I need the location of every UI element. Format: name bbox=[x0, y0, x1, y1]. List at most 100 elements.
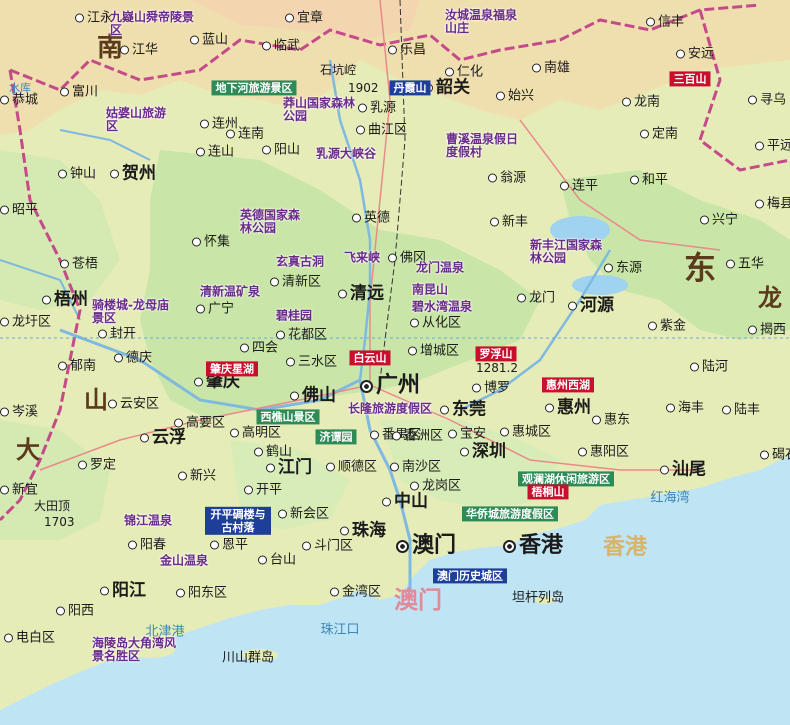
city-macau[interactable]: 澳门 bbox=[396, 535, 456, 557]
badge-zhaoqing-lake[interactable]: 肇庆星湖 bbox=[206, 361, 258, 377]
town-longmen[interactable]: 龙门 bbox=[517, 292, 555, 305]
scenic-xinfengjiang[interactable]: 新丰江国家森林公园 bbox=[530, 238, 610, 265]
town-wuhua[interactable]: 五华 bbox=[726, 258, 764, 271]
town-fuchuan[interactable]: 富川 bbox=[60, 86, 98, 99]
scenic-jinjiang[interactable]: 锦江温泉 bbox=[124, 514, 172, 527]
badge-macau-historic[interactable]: 澳门历史城区 bbox=[433, 568, 507, 584]
town-jiexi[interactable]: 揭西 bbox=[748, 324, 786, 337]
city-zhuhai[interactable]: 珠海 bbox=[340, 522, 386, 540]
town-meixian[interactable]: 梅县 bbox=[755, 198, 790, 211]
town-longxu[interactable]: 龙圩区 bbox=[0, 316, 51, 329]
town-shunde[interactable]: 顺德区 bbox=[326, 461, 377, 474]
town-jianghua[interactable]: 江华 bbox=[120, 44, 158, 57]
town-yunan2[interactable]: 郁南 bbox=[58, 360, 96, 373]
city-guangzhou[interactable]: 广州 bbox=[360, 375, 420, 397]
town-yunan[interactable]: 云安区 bbox=[108, 398, 159, 411]
town-xinfeng-gd[interactable]: 新丰 bbox=[490, 216, 528, 229]
badge-kaiping-diaolou[interactable]: 开平碉楼与古村落 bbox=[205, 506, 271, 536]
town-nanxiong[interactable]: 南雄 bbox=[532, 62, 570, 75]
scenic-caoxi[interactable]: 曹溪温泉假日度假村 bbox=[446, 132, 526, 159]
town-guangning[interactable]: 广宁 bbox=[196, 303, 234, 316]
town-gaoyao[interactable]: 高要区 bbox=[174, 417, 225, 430]
town-heshan[interactable]: 鹤山 bbox=[254, 446, 292, 459]
scenic-changlong[interactable]: 长隆旅游度假区 bbox=[348, 402, 432, 415]
town-fengkai[interactable]: 封开 bbox=[98, 328, 136, 341]
town-luhe[interactable]: 陆河 bbox=[690, 361, 728, 374]
town-zhongshan-gx[interactable]: 钟山 bbox=[58, 168, 96, 181]
town-huicheng[interactable]: 惠城区 bbox=[500, 426, 551, 439]
town-haifeng[interactable]: 海丰 bbox=[666, 402, 704, 415]
town-kaiping[interactable]: 开平 bbox=[244, 484, 282, 497]
town-xinyi[interactable]: 新宜 bbox=[0, 484, 38, 497]
scenic-yingde-park[interactable]: 英德国家森林公园 bbox=[240, 208, 310, 235]
town-renhua[interactable]: 仁化 bbox=[445, 66, 483, 79]
town-yingde[interactable]: 英德 bbox=[352, 212, 390, 225]
badge-jihu[interactable]: 济谭园 bbox=[315, 429, 357, 445]
scenic-nankunshan[interactable]: 南昆山 bbox=[412, 283, 448, 296]
city-wuzhou[interactable]: 梧州 bbox=[42, 291, 88, 309]
scenic-rucheng[interactable]: 汝城温泉福泉山庄 bbox=[445, 8, 525, 35]
scenic-qingxin-spa[interactable]: 清新温矿泉 bbox=[200, 285, 260, 298]
town-lianping[interactable]: 连平 bbox=[560, 180, 598, 193]
badge-oct[interactable]: 华侨城旅游度假区 bbox=[462, 506, 558, 522]
scenic-bishuiwan[interactable]: 碧水湾温泉 bbox=[412, 300, 472, 313]
town-huiyang[interactable]: 惠阳区 bbox=[578, 446, 629, 459]
town-huidong[interactable]: 惠东 bbox=[592, 414, 630, 427]
city-hezhou[interactable]: 贺州 bbox=[110, 165, 156, 183]
badge-baiyun[interactable]: 白云山 bbox=[349, 350, 391, 366]
town-linwu[interactable]: 临武 bbox=[262, 40, 300, 53]
badge-huizhou-lake[interactable]: 惠州西湖 bbox=[542, 377, 594, 393]
city-zhongshan[interactable]: 中山 bbox=[382, 493, 428, 511]
town-doumen[interactable]: 斗门区 bbox=[302, 540, 353, 553]
town-taishan[interactable]: 台山 bbox=[258, 554, 296, 567]
town-sihui[interactable]: 四会 bbox=[240, 342, 278, 355]
badge-xiqiao[interactable]: 西樵山景区 bbox=[256, 409, 320, 425]
map-view[interactable]: 东 南 山 大 龙 香港 澳门 北津港 珠江口 红海湾 水库 广州 澳门 香港 … bbox=[0, 0, 790, 725]
town-yangshan[interactable]: 阳山 bbox=[262, 144, 300, 157]
town-jiangyong[interactable]: 江永 bbox=[75, 12, 113, 25]
town-zhaoping[interactable]: 昭平 bbox=[0, 204, 38, 217]
badge-sanbai[interactable]: 三百山 bbox=[669, 71, 711, 87]
scenic-jinshan-spa[interactable]: 金山温泉 bbox=[160, 554, 208, 567]
town-zengcheng[interactable]: 增城区 bbox=[408, 345, 459, 358]
town-boluo[interactable]: 博罗 bbox=[472, 382, 510, 395]
city-hongkong[interactable]: 香港 bbox=[503, 535, 563, 557]
badge-danxia[interactable]: 丹霞山 bbox=[389, 80, 431, 96]
town-qujiang[interactable]: 曲江区 bbox=[356, 124, 407, 137]
town-dianbai[interactable]: 电白区 bbox=[4, 632, 55, 645]
town-enping[interactable]: 恩平 bbox=[210, 539, 248, 552]
town-pingyuan[interactable]: 平远 bbox=[755, 140, 790, 153]
city-dongguan[interactable]: 东莞 bbox=[440, 401, 486, 419]
scenic-biguiyuan[interactable]: 碧桂园 bbox=[276, 309, 312, 322]
town-huadu[interactable]: 花都区 bbox=[276, 329, 327, 342]
city-yangjiang[interactable]: 阳江 bbox=[100, 582, 146, 600]
scenic-qilou[interactable]: 骑楼城-龙母庙景区 bbox=[92, 298, 172, 325]
scenic-mangshan[interactable]: 莽山国家森林公园 bbox=[283, 96, 363, 123]
town-yangchun[interactable]: 阳春 bbox=[128, 539, 166, 552]
town-yangdong[interactable]: 阳东区 bbox=[176, 587, 227, 600]
town-xinfeng-jx[interactable]: 信丰 bbox=[646, 16, 684, 29]
town-qingxin[interactable]: 清新区 bbox=[270, 276, 321, 289]
town-liannan[interactable]: 连南 bbox=[226, 128, 264, 141]
town-conghua[interactable]: 从化区 bbox=[410, 317, 461, 330]
city-shenzhen[interactable]: 深圳 bbox=[460, 443, 506, 461]
scenic-xuanzhen[interactable]: 玄真古洞 bbox=[276, 255, 324, 268]
town-ruyuan[interactable]: 乳源 bbox=[358, 102, 396, 115]
town-longgang[interactable]: 龙岗区 bbox=[410, 480, 461, 493]
city-heyuan[interactable]: 河源 bbox=[568, 297, 614, 315]
town-xunwu[interactable]: 寻乌 bbox=[748, 94, 786, 107]
city-jiangmen[interactable]: 江门 bbox=[266, 459, 312, 477]
town-xingning[interactable]: 兴宁 bbox=[700, 214, 738, 227]
town-zijin[interactable]: 紫金 bbox=[648, 320, 686, 333]
scenic-jiuyi[interactable]: 九嶷山舜帝陵景区 bbox=[110, 10, 200, 37]
badge-dixiahe[interactable]: 地下河旅游景区 bbox=[211, 80, 297, 96]
town-anyuan[interactable]: 安远 bbox=[676, 48, 714, 61]
town-shixing[interactable]: 始兴 bbox=[496, 90, 534, 103]
town-huaiji[interactable]: 怀集 bbox=[192, 236, 230, 249]
town-cenxi[interactable]: 岑溪 bbox=[0, 406, 38, 419]
scenic-feilaixia[interactable]: 飞来峡 bbox=[344, 251, 380, 264]
town-cangwu[interactable]: 苍梧 bbox=[60, 258, 98, 271]
town-yizhang[interactable]: 宜章 bbox=[285, 12, 323, 25]
city-shaoguan[interactable]: 韶关 bbox=[424, 79, 470, 97]
town-gongcheng[interactable]: 恭城 bbox=[0, 94, 38, 107]
